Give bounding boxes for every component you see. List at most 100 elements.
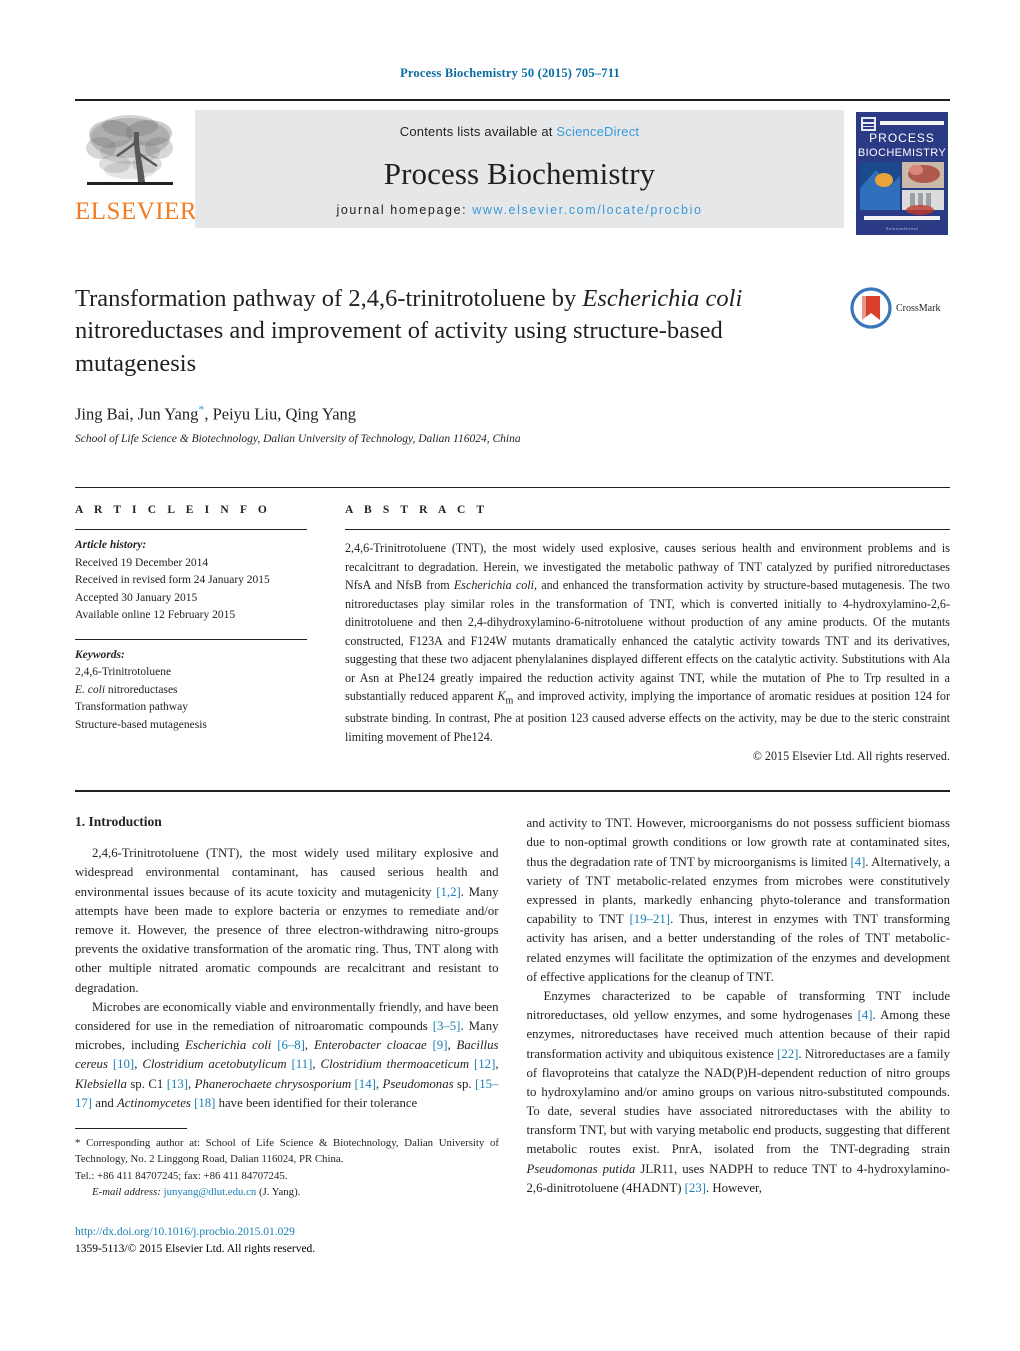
citation-ref[interactable]: [6–8] (277, 1038, 305, 1052)
email-link[interactable]: junyang@dlut.edu.cn (164, 1186, 257, 1198)
intro-paragraph-2: Microbes are economically viable and env… (75, 998, 499, 1113)
article-info-column: A R T I C L E I N F O Article history: R… (75, 504, 345, 734)
citation-ref[interactable]: [13] (167, 1077, 188, 1091)
intro-paragraph-4: Enzymes characterized to be capable of t… (527, 987, 951, 1198)
email-label: E-mail address: (92, 1186, 161, 1199)
sep: , (188, 1076, 195, 1091)
citation-ref[interactable]: [22] (777, 1047, 798, 1061)
authors-tail: , Peiyu Liu, Qing Yang (204, 404, 357, 424)
citation-ref[interactable]: [14] (355, 1077, 376, 1091)
abstract-italic-species: Escherichia coli (453, 578, 534, 593)
email-owner: (J. Yang). (258, 1186, 301, 1199)
sep: , (312, 1057, 321, 1072)
journal-homepage-line: journal homepage: www.elsevier.com/locat… (195, 203, 844, 217)
intro-paragraph-1: 2,4,6-Trinitrotoluene (TNT), the most wi… (75, 844, 499, 998)
svg-text:PROCESS: PROCESS (869, 131, 935, 145)
title-italic-species: Escherichia coli (582, 285, 743, 312)
elsevier-wordmark: ELSEVIER (75, 198, 198, 225)
abstract-km-symbol: K (497, 689, 506, 704)
keyword-item: Structure-based mutagenesis (75, 718, 207, 731)
contact-phone-note: Tel.: +86 411 84707245; fax: +86 411 847… (75, 1169, 288, 1182)
organism-name: Phanerochaete chrysosporium (194, 1076, 352, 1091)
contents-prefix: Contents lists available at (399, 124, 557, 139)
homepage-url-link[interactable]: www.elsevier.com/locate/procbio (472, 203, 702, 217)
crossmark-label: CrossMark (896, 302, 941, 314)
organism-name: Clostridium acetobutylicum (142, 1057, 287, 1072)
article-info-heading: A R T I C L E I N F O (75, 504, 271, 517)
citation-ref[interactable]: [10] (113, 1057, 134, 1071)
journal-cover-thumbnail: PROCESS BIOCHEMISTRY ScienceDirect (854, 110, 950, 237)
intro-l-p2-g: have been identified for their tolerance (215, 1095, 418, 1110)
corresponding-author-note: * Corresponding author at: School of Lif… (75, 1137, 499, 1166)
journal-title: Process Biochemistry (383, 156, 656, 191)
intro-l-p1-a: 2,4,6-Trinitrotoluene (TNT), the most wi… (75, 846, 499, 899)
running-head: Process Biochemistry 50 (2015) 705–711 (400, 66, 620, 80)
section-divider (75, 790, 950, 793)
journal-cover-image: PROCESS BIOCHEMISTRY ScienceDirect (854, 110, 950, 237)
citation-ref[interactable]: [4] (858, 1008, 873, 1022)
homepage-prefix: journal homepage: (336, 203, 473, 217)
abstract-part-2: , and enhanced the transformation activi… (345, 578, 950, 704)
abstract-copyright: © 2015 Elsevier Ltd. All rights reserved… (752, 749, 950, 764)
citation-ref[interactable]: [4] (851, 855, 866, 869)
author-list: Jing Bai, Jun Yang*, Peiyu Liu, Qing Yan… (75, 402, 834, 425)
sciencedirect-link[interactable]: ScienceDirect (556, 124, 639, 139)
footnote-area: * Corresponding author at: School of Lif… (75, 1128, 499, 1258)
history-item: Received 19 December 2014 (75, 556, 209, 569)
citation-ref[interactable]: [23] (685, 1181, 706, 1195)
intro-r-p2-c: . Nitroreductases are a family of flavop… (526, 1046, 951, 1157)
sep: , (495, 1057, 499, 1072)
page-title: Transformation pathway of 2,4,6-trinitro… (75, 283, 834, 380)
paper-page: Process Biochemistry 50 (2015) 705–711 E… (0, 0, 1020, 1351)
citation-ref[interactable]: [18] (194, 1096, 215, 1110)
sep: , (375, 1076, 383, 1091)
organism-name: Enterobacter cloacae (313, 1038, 427, 1053)
journal-masthead: ELSEVIER Contents lists available at Sci… (75, 99, 950, 237)
abstract-heading: A B S T R A C T (345, 504, 489, 517)
title-block: Transformation pathway of 2,4,6-trinitro… (75, 283, 950, 445)
intro-l-p2-f: and (92, 1095, 117, 1110)
intro-l-p2-d: sp. C1 (126, 1076, 167, 1091)
citation-ref[interactable]: [1,2] (436, 885, 461, 899)
citation-ref[interactable]: [9] (433, 1038, 448, 1052)
elsevier-logo: ELSEVIER (75, 110, 198, 225)
keyword-item: E. coli nitroreductases (75, 682, 307, 699)
article-history: Article history: Received 19 December 20… (75, 530, 307, 624)
history-item: Accepted 30 January 2015 (75, 591, 198, 604)
issn-copyright-line: 1359-5113/© 2015 Elsevier Ltd. All right… (75, 1242, 316, 1255)
keywords-label: Keywords: (75, 648, 125, 661)
title-part-2: nitroreductases and improvement of activ… (75, 317, 723, 377)
svg-text:ScienceDirect: ScienceDirect (886, 226, 919, 231)
article-history-label: Article history: (75, 539, 147, 552)
section-heading-introduction: 1. Introduction (75, 814, 162, 830)
intro-r-p2-e: . However, (705, 1180, 762, 1195)
affiliation: School of Life Science & Biotechnology, … (75, 433, 521, 446)
history-item: Available online 12 February 2015 (75, 609, 236, 622)
svg-text:BIOCHEMISTRY: BIOCHEMISTRY (858, 147, 947, 159)
crossmark-icon (850, 287, 892, 329)
citation-ref[interactable]: [19–21] (630, 912, 671, 926)
journal-band: Contents lists available at ScienceDirec… (195, 110, 844, 228)
citation-ref[interactable]: [12] (474, 1057, 495, 1071)
doi-link[interactable]: http://dx.doi.org/10.1016/j.procbio.2015… (75, 1224, 499, 1241)
organism-name: Pseudomonas putida (526, 1161, 636, 1176)
organism-name: Escherichia coli (185, 1038, 272, 1053)
crossmark-badge[interactable]: CrossMark (850, 283, 950, 329)
title-part-1: Transformation pathway of 2,4,6-trinitro… (75, 285, 583, 312)
body-column-right: and activity to TNT. However, microorgan… (527, 814, 951, 1198)
abstract-column: A B S T R A C T 2,4,6-Trinitrotoluene (T… (345, 504, 950, 764)
doi-block: http://dx.doi.org/10.1016/j.procbio.2015… (75, 1224, 499, 1259)
footnote-rule (75, 1128, 187, 1129)
sep: , (304, 1038, 314, 1053)
history-item: Received in revised form 24 January 2015 (75, 574, 270, 587)
intro-paragraph-3: and activity to TNT. However, microorgan… (527, 814, 951, 987)
citation-ref[interactable]: [3–5] (433, 1019, 461, 1033)
info-abstract-section: A R T I C L E I N F O Article history: R… (75, 487, 950, 764)
intro-l-p2-e: sp. (453, 1076, 476, 1091)
citation-ref[interactable]: [11] (292, 1057, 313, 1071)
title-left: Transformation pathway of 2,4,6-trinitro… (75, 283, 850, 445)
keyword-italic: E. coli (75, 683, 106, 696)
contents-lists-line: Contents lists available at ScienceDirec… (195, 110, 844, 139)
organism-name: Klebsiella (75, 1076, 127, 1091)
abstract-text: 2,4,6-Trinitrotoluene (TNT), the most wi… (345, 530, 950, 746)
